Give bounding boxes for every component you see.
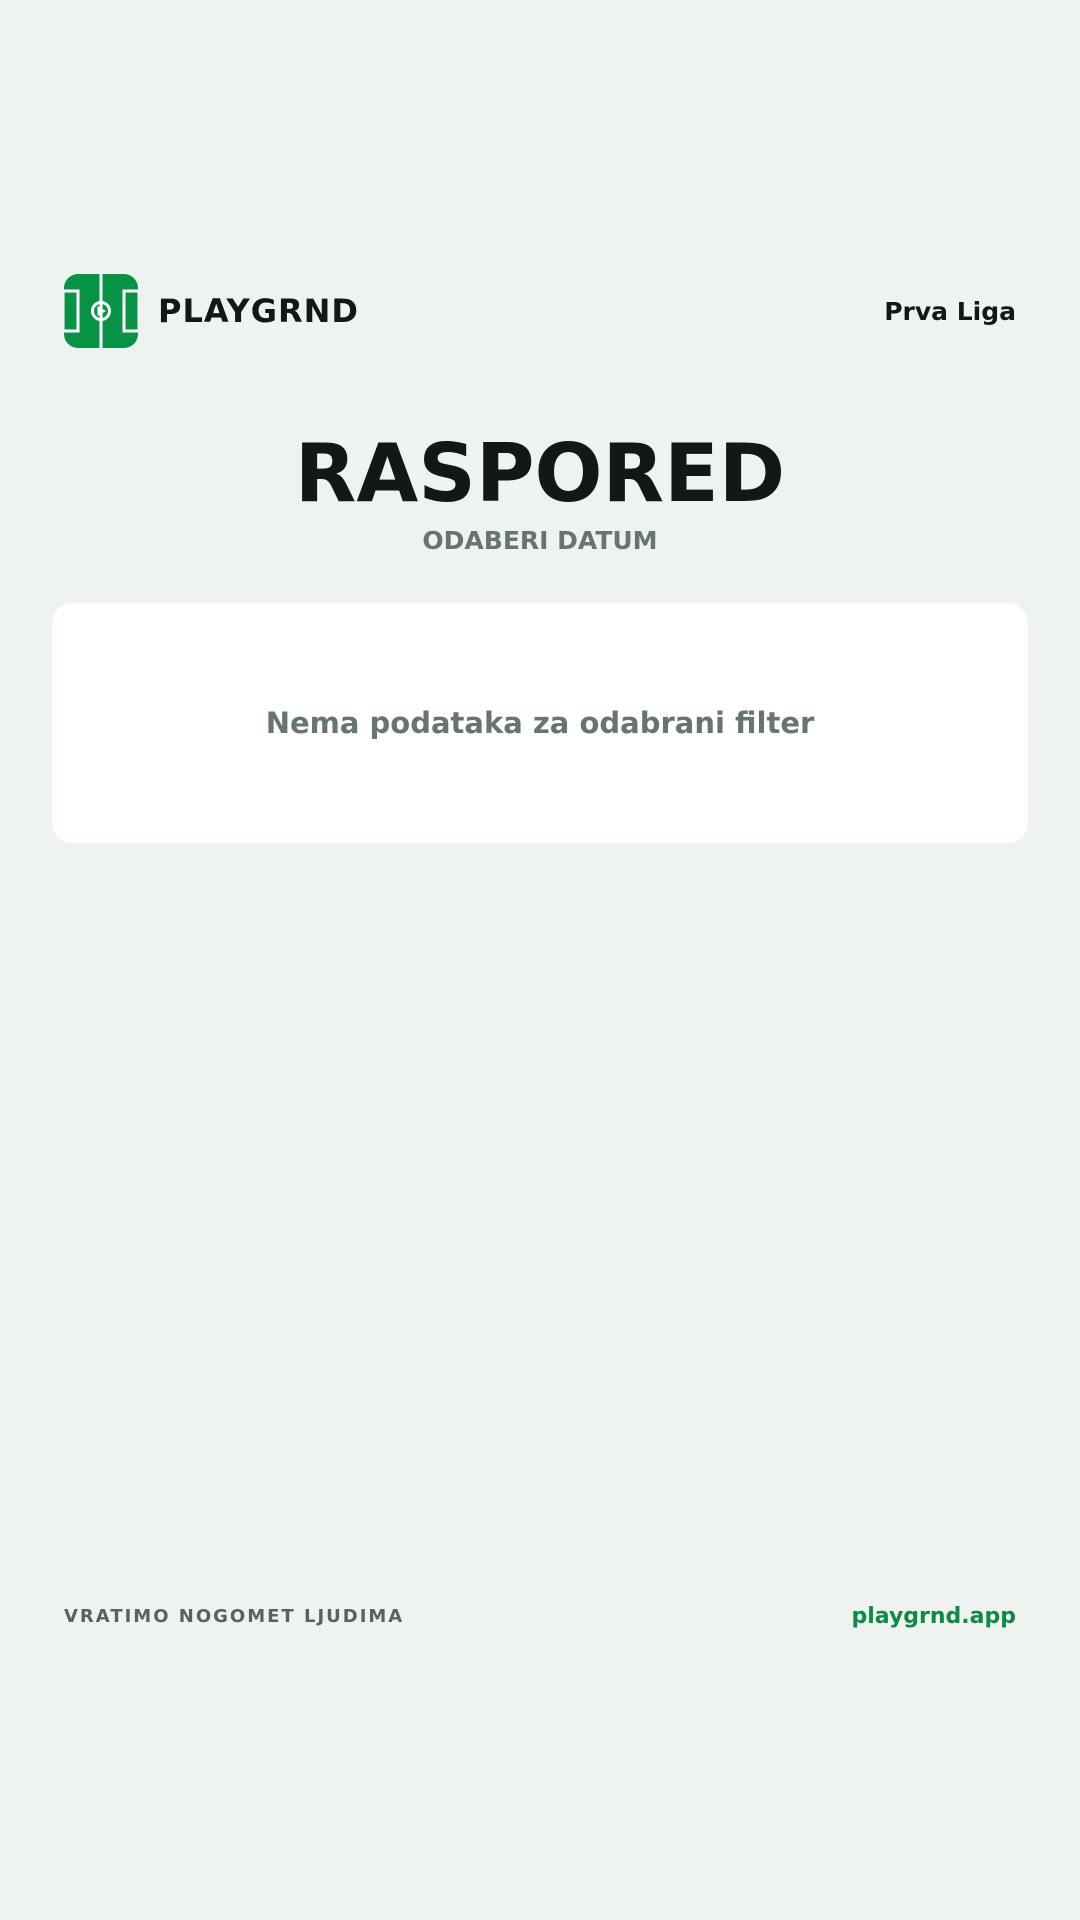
date-picker-label[interactable]: ODABERI DATUM [0,526,1080,556]
empty-state-message: Nema podataka za odabrani filter [265,706,815,740]
league-name[interactable]: Prva Liga [884,297,1016,326]
website-link[interactable]: playgrnd.app [851,1604,1016,1629]
app-header: PLAYGRND Prva Liga [64,274,1016,348]
brand-name: PLAYGRND [158,292,359,330]
soccer-field-icon [64,274,138,348]
page-title: RASPORED [294,427,786,520]
app-footer: VRATIMO NOGOMET LJUDIMA playgrnd.app [64,1596,1016,1636]
schedule-card: Nema podataka za odabrani filter [52,603,1028,843]
brand[interactable]: PLAYGRND [64,274,359,348]
footer-tagline: VRATIMO NOGOMET LJUDIMA [64,1605,405,1627]
